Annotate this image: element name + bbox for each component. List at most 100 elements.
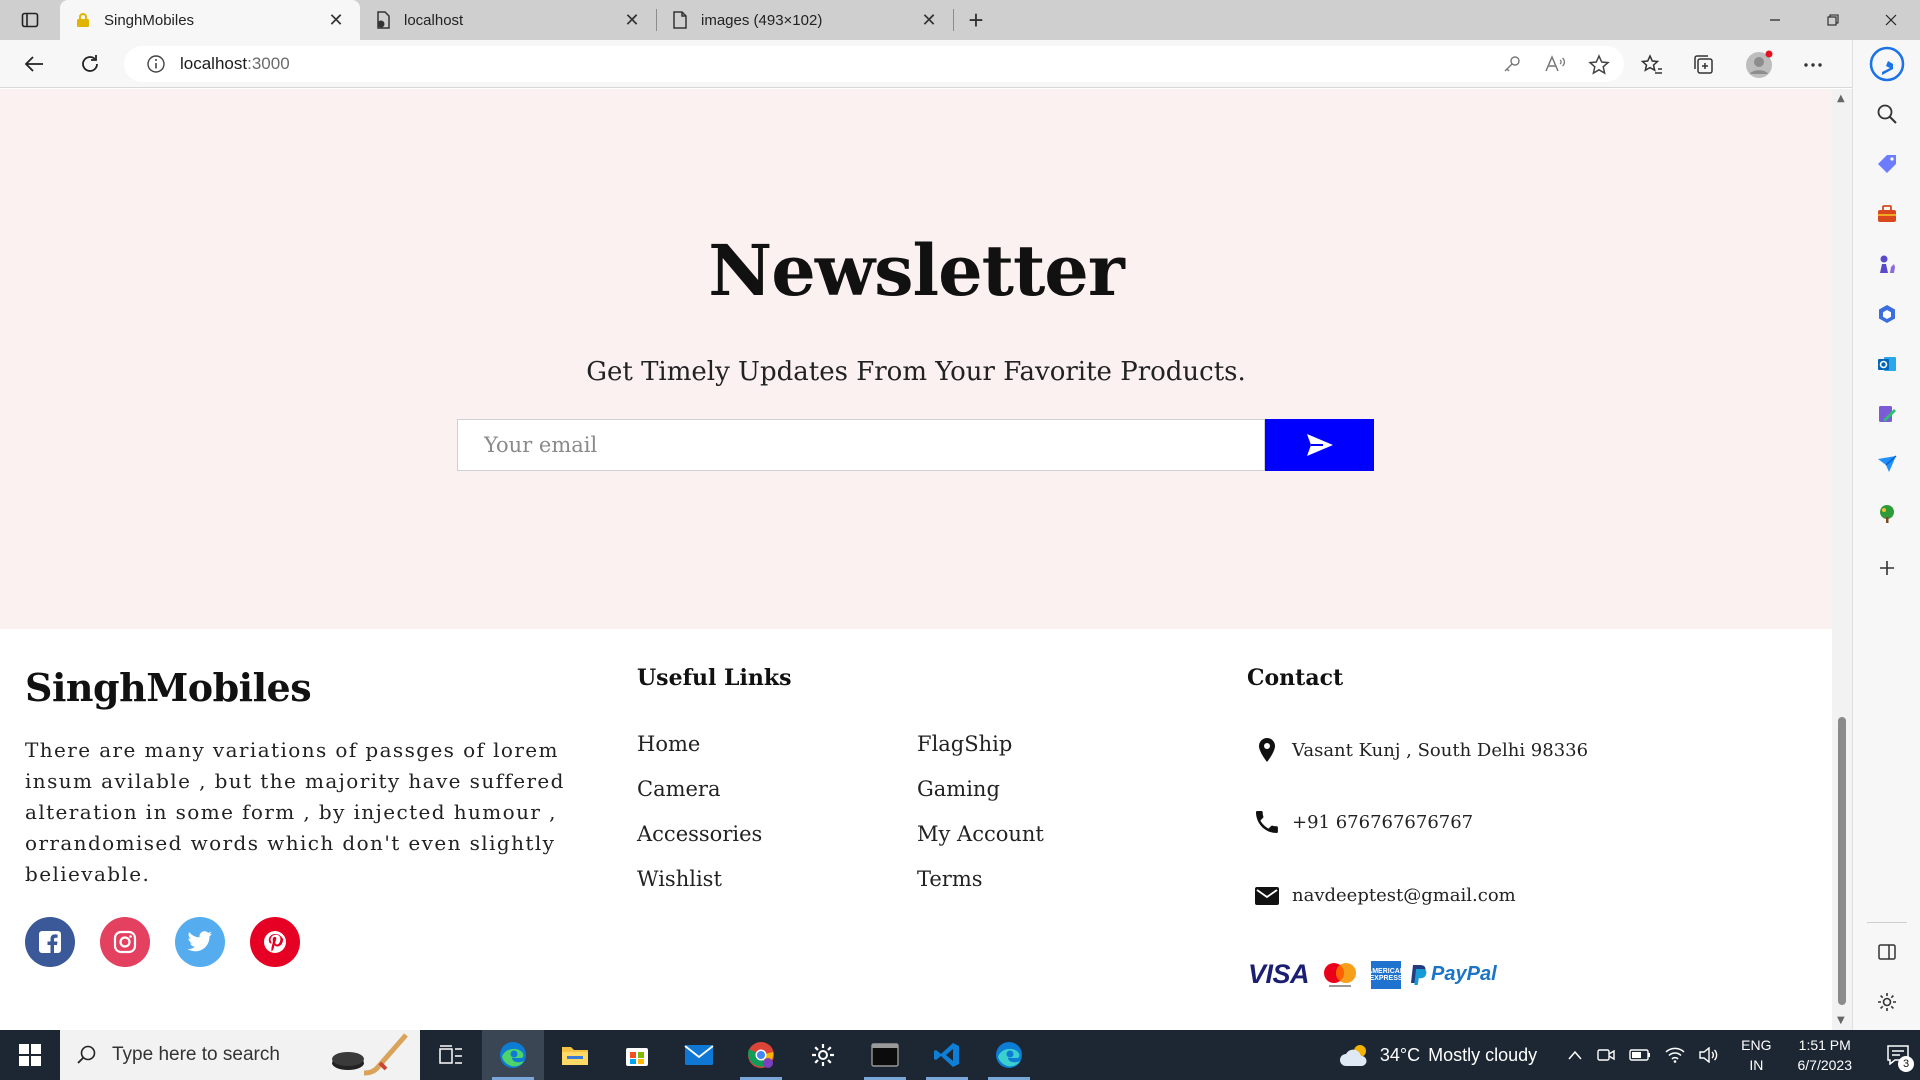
collections-icon[interactable] bbox=[1692, 53, 1716, 77]
back-button[interactable] bbox=[20, 50, 48, 78]
newsletter-form bbox=[457, 419, 1374, 471]
tab-singhmobiles[interactable]: SinghMobiles ✕ bbox=[60, 0, 360, 40]
tab-title: localhost bbox=[404, 11, 464, 29]
footer-link-my-account[interactable]: My Account bbox=[917, 819, 1044, 864]
sidebar-outlook-button[interactable] bbox=[1873, 350, 1901, 378]
key-icon[interactable] bbox=[1502, 54, 1522, 74]
tab-localhost[interactable]: localhost ✕ bbox=[360, 0, 656, 40]
pinterest-link[interactable] bbox=[250, 917, 300, 967]
edge-icon bbox=[996, 1042, 1022, 1068]
contact-email: navdeeptest@gmail.com bbox=[1252, 885, 1516, 906]
taskbar-settings[interactable] bbox=[792, 1030, 854, 1080]
footer-link-wishlist[interactable]: Wishlist bbox=[637, 864, 762, 909]
browser-tab-bar: SinghMobiles ✕ localhost ✕ images (493×1… bbox=[0, 0, 1920, 40]
sidebar-drop-button[interactable] bbox=[1873, 400, 1901, 428]
page-scrollbar[interactable]: ▲ ▼ bbox=[1832, 89, 1852, 1030]
clock-time: 1:51 PM bbox=[1798, 1037, 1851, 1053]
sidebar-send-button[interactable] bbox=[1873, 450, 1901, 478]
taskbar-file-explorer[interactable] bbox=[544, 1030, 606, 1080]
store-icon bbox=[626, 1048, 648, 1066]
footer-link-terms[interactable]: Terms bbox=[917, 864, 1044, 909]
sidebar-divider bbox=[1867, 922, 1907, 923]
useful-links-right: FlagShip Gaming My Account Terms bbox=[917, 729, 1044, 909]
visa-logo: VISA bbox=[1248, 959, 1310, 989]
wifi-icon[interactable] bbox=[1665, 1047, 1685, 1063]
facebook-link[interactable] bbox=[25, 917, 75, 967]
close-window-button[interactable] bbox=[1862, 0, 1920, 40]
favorites-icon[interactable] bbox=[1640, 53, 1664, 77]
taskbar-clock[interactable]: 1:51 PM 6/7/2023 bbox=[1798, 1035, 1853, 1075]
read-aloud-icon[interactable] bbox=[1544, 54, 1566, 74]
profile-avatar-icon[interactable] bbox=[1744, 50, 1774, 80]
address-field[interactable]: localhost:3000 bbox=[124, 46, 1624, 82]
taskbar-terminal[interactable] bbox=[854, 1030, 916, 1080]
taskbar-vscode[interactable] bbox=[916, 1030, 978, 1080]
refresh-button[interactable] bbox=[76, 50, 104, 78]
sidebar-m365-button[interactable] bbox=[1873, 300, 1901, 328]
close-icon[interactable]: ✕ bbox=[622, 10, 642, 30]
bing-chat-button[interactable] bbox=[1869, 46, 1905, 82]
mastercard-icon bbox=[1321, 961, 1359, 989]
email-input[interactable] bbox=[457, 419, 1265, 471]
taskbar-edge[interactable] bbox=[482, 1030, 544, 1080]
scroll-thumb[interactable] bbox=[1838, 717, 1846, 1005]
sidebar-games-button[interactable] bbox=[1873, 250, 1901, 278]
meet-now-icon[interactable] bbox=[1597, 1047, 1615, 1063]
tab-actions-button[interactable] bbox=[0, 0, 60, 40]
footer-link-home[interactable]: Home bbox=[637, 729, 762, 774]
sidebar-add-button[interactable] bbox=[1873, 554, 1901, 582]
minimize-button[interactable] bbox=[1746, 0, 1804, 40]
taskbar-edge-dev[interactable] bbox=[978, 1030, 1040, 1080]
taskbar-store[interactable] bbox=[606, 1030, 668, 1080]
new-tab-button[interactable]: + bbox=[954, 0, 998, 40]
scroll-down-arrow[interactable]: ▼ bbox=[1837, 1015, 1845, 1026]
system-tray: 34°C Mostly cloudy ENG IN 1:51 PM 6/7/20… bbox=[1338, 1030, 1920, 1080]
taskbar-chrome[interactable] bbox=[730, 1030, 792, 1080]
sidebar-tools-button[interactable] bbox=[1873, 200, 1901, 228]
more-options-icon[interactable] bbox=[1802, 54, 1824, 76]
subscribe-button[interactable] bbox=[1265, 419, 1374, 471]
footer-link-camera[interactable]: Camera bbox=[637, 774, 762, 819]
weather-widget[interactable]: 34°C Mostly cloudy bbox=[1338, 1042, 1537, 1068]
scroll-up-arrow[interactable]: ▲ bbox=[1837, 93, 1845, 104]
edge-sidebar bbox=[1852, 40, 1920, 1030]
footer-link-gaming[interactable]: Gaming bbox=[917, 774, 1044, 819]
tab-title: SinghMobiles bbox=[104, 11, 195, 29]
star-icon[interactable] bbox=[1588, 54, 1610, 76]
tree-icon bbox=[1880, 505, 1894, 523]
chess-piece-icon bbox=[1880, 255, 1895, 273]
taskbar-mail[interactable] bbox=[668, 1030, 730, 1080]
sidebar-search-button[interactable] bbox=[1873, 100, 1901, 128]
newsletter-title: Newsletter bbox=[708, 229, 1124, 312]
hockey-stick-icon bbox=[332, 1033, 408, 1076]
sidebar-split-button[interactable] bbox=[1873, 938, 1901, 966]
start-button[interactable] bbox=[0, 1030, 60, 1080]
sidebar-tree-button[interactable] bbox=[1873, 500, 1901, 528]
terminal-icon bbox=[871, 1043, 899, 1067]
contact-phone: +91 676767676767 bbox=[1252, 811, 1473, 833]
close-icon[interactable]: ✕ bbox=[326, 10, 346, 30]
restore-button[interactable] bbox=[1804, 0, 1862, 40]
document-icon bbox=[671, 11, 689, 29]
volume-icon[interactable] bbox=[1699, 1047, 1719, 1063]
footer-link-flagship[interactable]: FlagShip bbox=[917, 729, 1044, 774]
info-icon[interactable] bbox=[146, 54, 166, 74]
notifications-button[interactable]: 3 bbox=[1876, 1030, 1920, 1080]
site-footer: SinghMobiles There are many variations o… bbox=[0, 629, 1832, 1030]
instagram-link[interactable] bbox=[100, 917, 150, 967]
language-indicator[interactable]: ENG IN bbox=[1741, 1035, 1771, 1075]
sidebar-settings-button[interactable] bbox=[1873, 988, 1901, 1016]
battery-icon[interactable] bbox=[1629, 1048, 1651, 1062]
search-icon bbox=[1877, 104, 1897, 124]
chevron-up-icon[interactable] bbox=[1567, 1049, 1583, 1061]
weather-temp: 34°C bbox=[1379, 1044, 1421, 1065]
sidebar-shopping-button[interactable] bbox=[1873, 150, 1901, 178]
url-host: localhost bbox=[180, 54, 248, 73]
footer-link-accessories[interactable]: Accessories bbox=[637, 819, 762, 864]
taskbar-search-box[interactable]: Type here to search bbox=[60, 1030, 420, 1080]
chrome-icon bbox=[748, 1042, 774, 1068]
tab-images[interactable]: images (493×102) ✕ bbox=[657, 0, 953, 40]
twitter-link[interactable] bbox=[175, 917, 225, 967]
close-icon[interactable]: ✕ bbox=[919, 10, 939, 30]
task-view-button[interactable] bbox=[420, 1030, 482, 1080]
